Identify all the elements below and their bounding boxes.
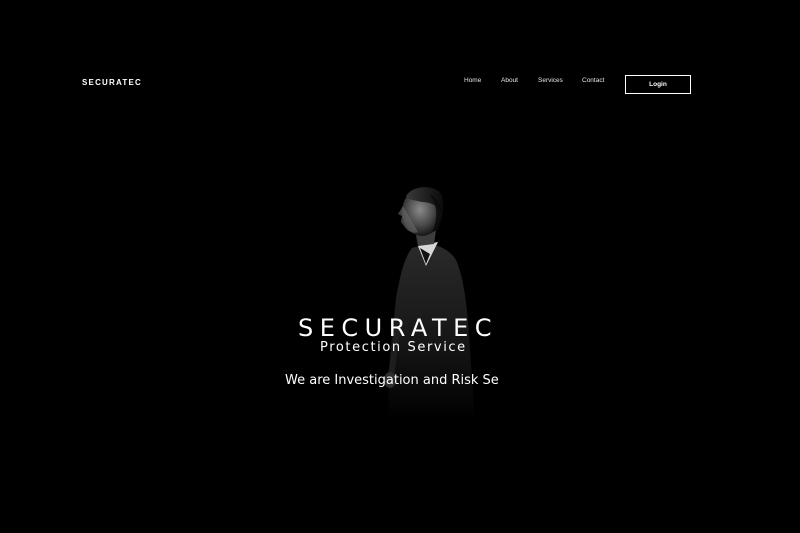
nav-link-home[interactable]: Home xyxy=(464,77,481,84)
hero-tagline: We are Investigation and Risk Se xyxy=(285,373,499,388)
brand-logo[interactable]: SECURATEC xyxy=(82,78,142,87)
hero-subtitle: Protection Service xyxy=(320,340,467,355)
login-button[interactable]: Login xyxy=(625,75,691,94)
nav-link-services[interactable]: Services xyxy=(538,77,563,84)
landing-page: SECURATEC Home About Services Contact Lo… xyxy=(0,0,800,533)
nav-link-about[interactable]: About xyxy=(501,77,518,84)
nav-link-contact[interactable]: Contact xyxy=(582,77,604,84)
hero-title: SECURATEC xyxy=(298,314,499,342)
